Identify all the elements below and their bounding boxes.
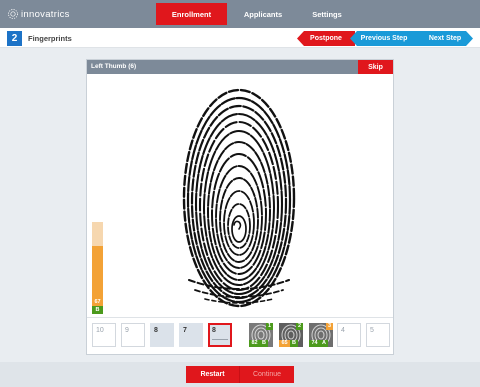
capture-index: 2 xyxy=(296,323,303,330)
slot-label: 4 xyxy=(341,327,345,334)
slot-label: 9 xyxy=(125,327,129,334)
capture-index: 1 xyxy=(266,323,273,330)
step-bar: 2 Fingerprints Postpone Previous Step Ne… xyxy=(0,28,480,48)
slot-label: 7 xyxy=(183,327,187,334)
finger-slot-9[interactable]: 9 xyxy=(121,323,145,347)
capture-quality: 65 xyxy=(279,340,290,347)
top-navigation-bar: innovatrics Enrollment Applicants Settin… xyxy=(0,0,480,28)
capture-index: 3 xyxy=(326,323,333,330)
finger-slot-current[interactable]: 8 xyxy=(208,323,232,347)
postpone-button[interactable]: Postpone xyxy=(297,31,355,46)
finger-slot-8[interactable]: 8 xyxy=(150,323,174,347)
skip-button[interactable]: Skip xyxy=(358,60,393,74)
capture-quality: 82 xyxy=(249,340,260,347)
capture-thumbnail-2[interactable]: 2 65 B xyxy=(279,323,303,347)
tab-applicants[interactable]: Applicants xyxy=(232,3,294,25)
panel-title: Left Thumb (6) xyxy=(91,63,137,70)
logo-text: innovatrics xyxy=(21,8,70,20)
finger-slot-10[interactable]: 10 xyxy=(92,323,116,347)
step-title: Fingerprints xyxy=(28,34,72,43)
quality-grade: B xyxy=(92,306,103,314)
restart-button[interactable]: Restart xyxy=(186,366,239,383)
slot-label: 5 xyxy=(370,327,374,334)
logo-icon xyxy=(8,9,18,19)
step-number: 2 xyxy=(7,31,22,46)
slot-label: 8 xyxy=(154,327,158,334)
app-logo: innovatrics xyxy=(7,8,70,20)
panel-header: Left Thumb (6) Skip xyxy=(87,60,393,74)
capture-thumbnail-1[interactable]: 1 82 B xyxy=(249,323,273,347)
fingerprint-panel: Left Thumb (6) Skip 67 B 10 9 8 7 8 1 82… xyxy=(86,59,394,355)
continue-button[interactable]: Continue xyxy=(239,366,294,383)
capture-slot-5[interactable]: 5 xyxy=(366,323,390,347)
tab-enrollment-label: Enrollment xyxy=(171,9,212,19)
quality-meter-fill xyxy=(92,246,103,298)
slot-underline xyxy=(212,339,228,340)
tab-settings[interactable]: Settings xyxy=(300,3,354,25)
fingerprint-image xyxy=(182,88,296,308)
capture-quality: 74 xyxy=(309,340,320,347)
capture-grade: B xyxy=(290,340,298,347)
capture-grade: A xyxy=(320,340,328,347)
capture-slot-4[interactable]: 4 xyxy=(337,323,361,347)
capture-thumbnail-3[interactable]: 3 74 A xyxy=(309,323,333,347)
tab-settings-label: Settings xyxy=(312,9,342,19)
capture-grade: B xyxy=(260,340,268,347)
next-step-button[interactable]: Next Step xyxy=(417,31,473,46)
tab-enrollment[interactable]: Enrollment xyxy=(156,3,227,25)
tab-applicants-label: Applicants xyxy=(243,9,283,19)
finger-slot-7[interactable]: 7 xyxy=(179,323,203,347)
quality-score: 67 xyxy=(92,298,103,306)
previous-step-button[interactable]: Previous Step xyxy=(350,31,418,46)
slot-label: 8 xyxy=(212,327,216,334)
slot-label: 10 xyxy=(96,327,104,334)
divider xyxy=(87,317,393,318)
